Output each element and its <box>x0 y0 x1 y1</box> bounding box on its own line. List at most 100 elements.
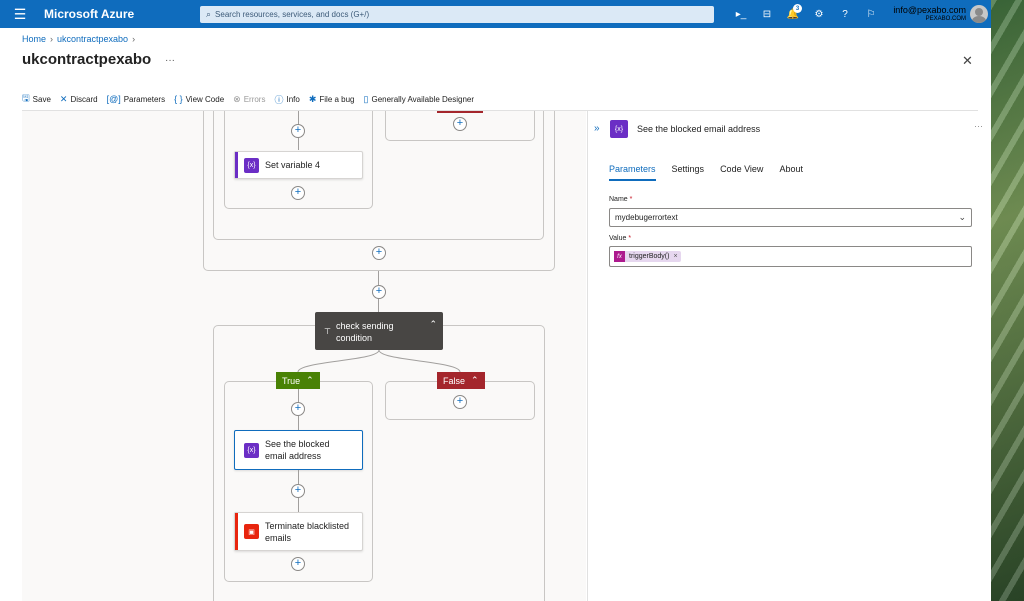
info-button[interactable]: ⓘ Info <box>274 93 299 106</box>
view-code-label: View Code <box>185 94 225 104</box>
discard-icon: ✕ <box>59 93 68 104</box>
token-label: triggerBody() <box>629 253 670 260</box>
connector <box>298 389 299 403</box>
connector <box>298 498 299 512</box>
value-input[interactable]: fx triggerBody() × <box>609 246 972 267</box>
connector <box>298 416 299 430</box>
parameters-icon: [@] <box>106 94 121 104</box>
parameters-button[interactable]: [@] Parameters <box>107 94 166 104</box>
designer-toolbar: 🖫 Save ✕ Discard [@] Parameters { } View Cod… <box>22 91 483 107</box>
account-email: info@pexabo.com <box>893 5 966 15</box>
see-blocked-email-action[interactable]: {x} See the blocked email address <box>234 430 363 470</box>
designer-canvas[interactable]: + + {x} Set variable 4 + + + ⊤ check sen… <box>22 111 586 601</box>
notifications-bell-icon[interactable]: 🔔 3 <box>780 4 806 22</box>
more-options-icon[interactable]: ··· <box>165 55 175 66</box>
save-icon: 🖫 <box>22 93 30 103</box>
remove-token-icon[interactable]: × <box>673 253 677 260</box>
terminate-blacklisted-action[interactable]: ▣ Terminate blacklisted emails <box>234 512 363 551</box>
add-step-plus-icon[interactable]: + <box>453 395 467 409</box>
search-placeholder: Search resources, services, and docs (G+… <box>215 10 370 19</box>
true-branch-label[interactable]: True ⌃ <box>276 372 320 389</box>
errors-label: Errors <box>243 94 266 104</box>
file-bug-label: File a bug <box>319 94 355 104</box>
terminate-icon: ▣ <box>244 524 259 539</box>
connector <box>298 470 299 484</box>
bookmark-icon: ▯ <box>363 93 369 104</box>
see-blocked-email-label: See the blocked email address <box>265 438 330 462</box>
designer-label: Generally Available Designer <box>371 94 475 104</box>
false-branch-label[interactable]: False ⌃ <box>437 372 485 389</box>
add-step-plus-icon[interactable]: + <box>291 557 305 571</box>
feedback-icon[interactable]: ⚐ <box>858 6 884 22</box>
breadcrumb-resource[interactable]: ukcontractpexabo <box>57 34 128 44</box>
close-icon[interactable]: ✕ <box>962 53 973 69</box>
function-icon: fx <box>614 251 625 262</box>
add-step-plus-icon[interactable]: + <box>291 484 305 498</box>
action-stripe <box>235 513 238 550</box>
discard-button[interactable]: ✕ Discard <box>60 94 98 105</box>
cloud-shell-icon[interactable]: ▸_ <box>728 6 754 22</box>
global-search-input[interactable]: ⌕ Search resources, services, and docs (… <box>200 6 714 23</box>
value-label-text: Value <box>609 235 627 242</box>
panel-more-icon[interactable]: ··· <box>974 121 983 131</box>
browser-window: ☰ Microsoft Azure ⌕ Search resources, se… <box>0 0 991 601</box>
designer-toggle-button[interactable]: ▯ Generally Available Designer <box>364 94 475 105</box>
panel-tabs: Parameters Settings Code View About <box>609 164 803 181</box>
chevron-up-icon: ⌃ <box>306 375 314 385</box>
panel-title[interactable]: See the blocked email address <box>637 124 760 134</box>
collapse-panel-icon[interactable]: » <box>594 123 600 134</box>
true-label-text: True <box>282 375 301 386</box>
terminate-label: Terminate blacklisted emails <box>265 520 349 544</box>
file-bug-button[interactable]: ✱ File a bug <box>309 94 355 105</box>
required-marker: * <box>629 196 633 203</box>
trigger-body-token[interactable]: fx triggerBody() × <box>614 251 681 262</box>
settings-gear-icon[interactable]: ⚙ <box>806 6 832 22</box>
info-label: Info <box>286 94 300 104</box>
variable-icon: {x} <box>610 120 628 138</box>
terminate-line1: Terminate blacklisted <box>265 520 350 531</box>
error-icon: ⊗ <box>233 93 241 104</box>
discard-label: Discard <box>70 94 98 104</box>
account-org: PEXABO.COM <box>925 16 966 22</box>
name-field-label: Name * <box>609 196 632 203</box>
see-blocked-line2: email address <box>265 451 322 461</box>
name-value: mydebugerrortext <box>615 213 678 222</box>
code-icon: { } <box>174 94 183 104</box>
value-field-label: Value * <box>609 235 631 242</box>
chevron-right-icon: › <box>50 34 54 44</box>
tab-about[interactable]: About <box>779 164 803 181</box>
notifications-badge: 3 <box>793 4 802 13</box>
errors-button[interactable]: ⊗ Errors <box>233 94 265 105</box>
account-info[interactable]: info@pexabo.com PEXABO.COM <box>888 5 966 23</box>
action-details-panel: » {x} See the blocked email address ··· … <box>587 111 991 601</box>
false-label-text: False <box>443 375 466 386</box>
tab-parameters[interactable]: Parameters <box>609 164 656 181</box>
breadcrumb: Home › ukcontractpexabo › <box>22 34 135 44</box>
search-icon: ⌕ <box>206 9 212 19</box>
chevron-up-icon: ⌃ <box>471 375 479 385</box>
parameters-label: Parameters <box>123 94 166 104</box>
required-marker: * <box>628 235 632 242</box>
tab-settings[interactable]: Settings <box>672 164 705 181</box>
save-button[interactable]: 🖫 Save <box>22 91 51 107</box>
view-code-button[interactable]: { } View Code <box>174 94 224 104</box>
avatar[interactable] <box>970 5 988 23</box>
hamburger-menu-icon[interactable]: ☰ <box>0 6 40 23</box>
help-icon[interactable]: ? <box>832 6 858 22</box>
breadcrumb-home[interactable]: Home <box>22 34 46 44</box>
variable-icon: {x} <box>244 442 259 458</box>
bug-icon: ✱ <box>308 93 317 104</box>
tab-code-view[interactable]: Code View <box>720 164 763 181</box>
page-title: ukcontractpexabo <box>22 51 152 68</box>
see-blocked-line1: See the blocked <box>265 439 330 449</box>
brand-label[interactable]: Microsoft Azure <box>44 7 199 21</box>
save-label: Save <box>32 94 51 104</box>
name-dropdown[interactable]: mydebugerrortext ⌄ <box>609 208 972 227</box>
add-step-plus-icon[interactable]: + <box>291 402 305 416</box>
chevron-right-icon: › <box>132 34 136 44</box>
name-label-text: Name <box>609 196 628 203</box>
info-icon: ⓘ <box>274 94 284 105</box>
directory-filter-icon[interactable]: ⊟ <box>754 6 780 22</box>
topbar-icons: ▸_ ⊟ 🔔 3 ⚙ ? ⚐ <box>728 4 884 22</box>
chevron-down-icon: ⌄ <box>958 212 966 222</box>
